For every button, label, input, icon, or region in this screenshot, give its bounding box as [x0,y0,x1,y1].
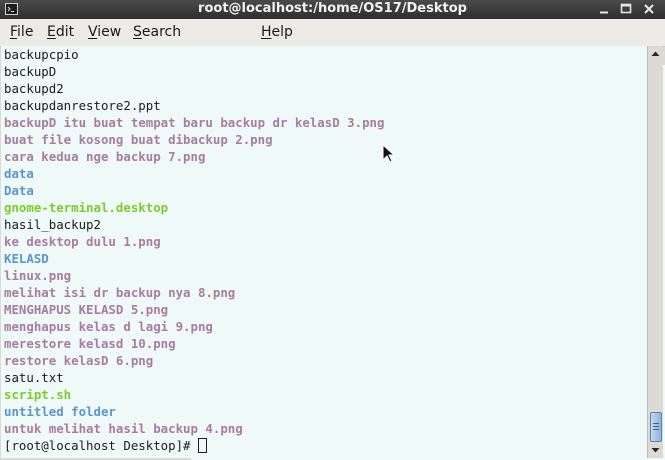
terminal-line: backupD [4,64,57,79]
arrow-down-icon[interactable] [648,443,663,457]
text-cursor [197,438,207,453]
terminal-line: backupdanrestore2.ppt [4,98,161,113]
menu-edit-mnemonic: E [47,24,56,40]
terminal-line: untuk melihat hasil backup 4.png [4,421,243,436]
minimize-icon[interactable] [597,2,611,16]
terminal-line: satu.txt [4,370,64,385]
terminal-line: melihat isi dr backup nya 8.png [4,285,236,300]
menu-file-label: ile [17,24,34,40]
terminal-line: gnome-terminal.desktop [4,200,169,215]
close-icon[interactable] [642,2,656,16]
menu-search-mnemonic: S [133,24,142,40]
scrollbar-thumb[interactable] [650,412,662,442]
terminal-lines: backupcpio backupD backupd2 backupdanrestor… [4,46,384,454]
menu-edit[interactable]: Edit [47,24,74,41]
thumb-grip-line [653,429,659,430]
terminal-line: data [4,166,34,181]
menu-edit-label: dit [55,24,75,40]
terminal-line: menghapus kelas d lagi 9.png [4,319,213,334]
terminal-line: ke desktop dulu 1.png [4,234,161,249]
terminal-line: backupD itu buat tempat baru backup dr k… [4,115,385,130]
terminal-line: Data [4,183,34,198]
terminal-line: merestore kelasd 10.png [4,336,176,351]
menu-view[interactable]: View [88,24,121,41]
vertical-scrollbar[interactable] [647,46,663,458]
menu-view-label: iew [97,24,122,40]
terminal-line: hasil_backup2 [4,217,101,232]
menu-file[interactable]: File [10,24,33,41]
terminal-line: backupd2 [4,81,64,96]
menu-bar: File Edit View Search Terminal Help [0,19,665,460]
mouse-pointer-icon [382,144,394,163]
menu-search-label: earch [141,24,182,40]
terminal-line: script.sh [4,387,72,402]
terminal-line: restore kelasD 6.png [4,353,154,368]
menu-help[interactable]: Help [261,24,293,41]
thumb-grip-line [653,423,659,424]
arrow-up-icon[interactable] [648,47,663,61]
menu-file-mnemonic: F [10,24,18,40]
window-title: root@localhost:/home/OS17/Desktop [198,1,467,16]
menu-help-label: elp [271,24,293,40]
terminal-line: buat file kosong buat dibackup 2.png [4,132,273,147]
terminal-line: cara kedua nge backup 7.png [4,149,206,164]
terminal-output[interactable]: backupcpio backupD backupd2 backupdanrestor… [1,46,647,458]
menu-help-mnemonic: H [261,24,272,40]
terminal-line: linux.png [4,268,72,283]
terminal-line: MENGHAPUS KELASD 5.png [4,302,169,317]
thumb-grip-line [653,426,659,427]
menu-view-mnemonic: V [88,24,98,40]
shell-prompt: [root@localhost Desktop]# [4,438,198,453]
terminal-window: root@localhost:/home/OS17/Desktop File E… [0,0,665,460]
terminal-line: KELASD [4,251,49,266]
shell-prompt-line[interactable]: [root@localhost Desktop]# [4,437,384,454]
title-bar[interactable]: root@localhost:/home/OS17/Desktop [0,0,665,19]
menu-search[interactable]: Search [133,24,181,41]
maximize-icon[interactable] [619,2,633,16]
terminal-line: untitled folder [4,404,116,419]
terminal-line: backupcpio [4,47,79,62]
